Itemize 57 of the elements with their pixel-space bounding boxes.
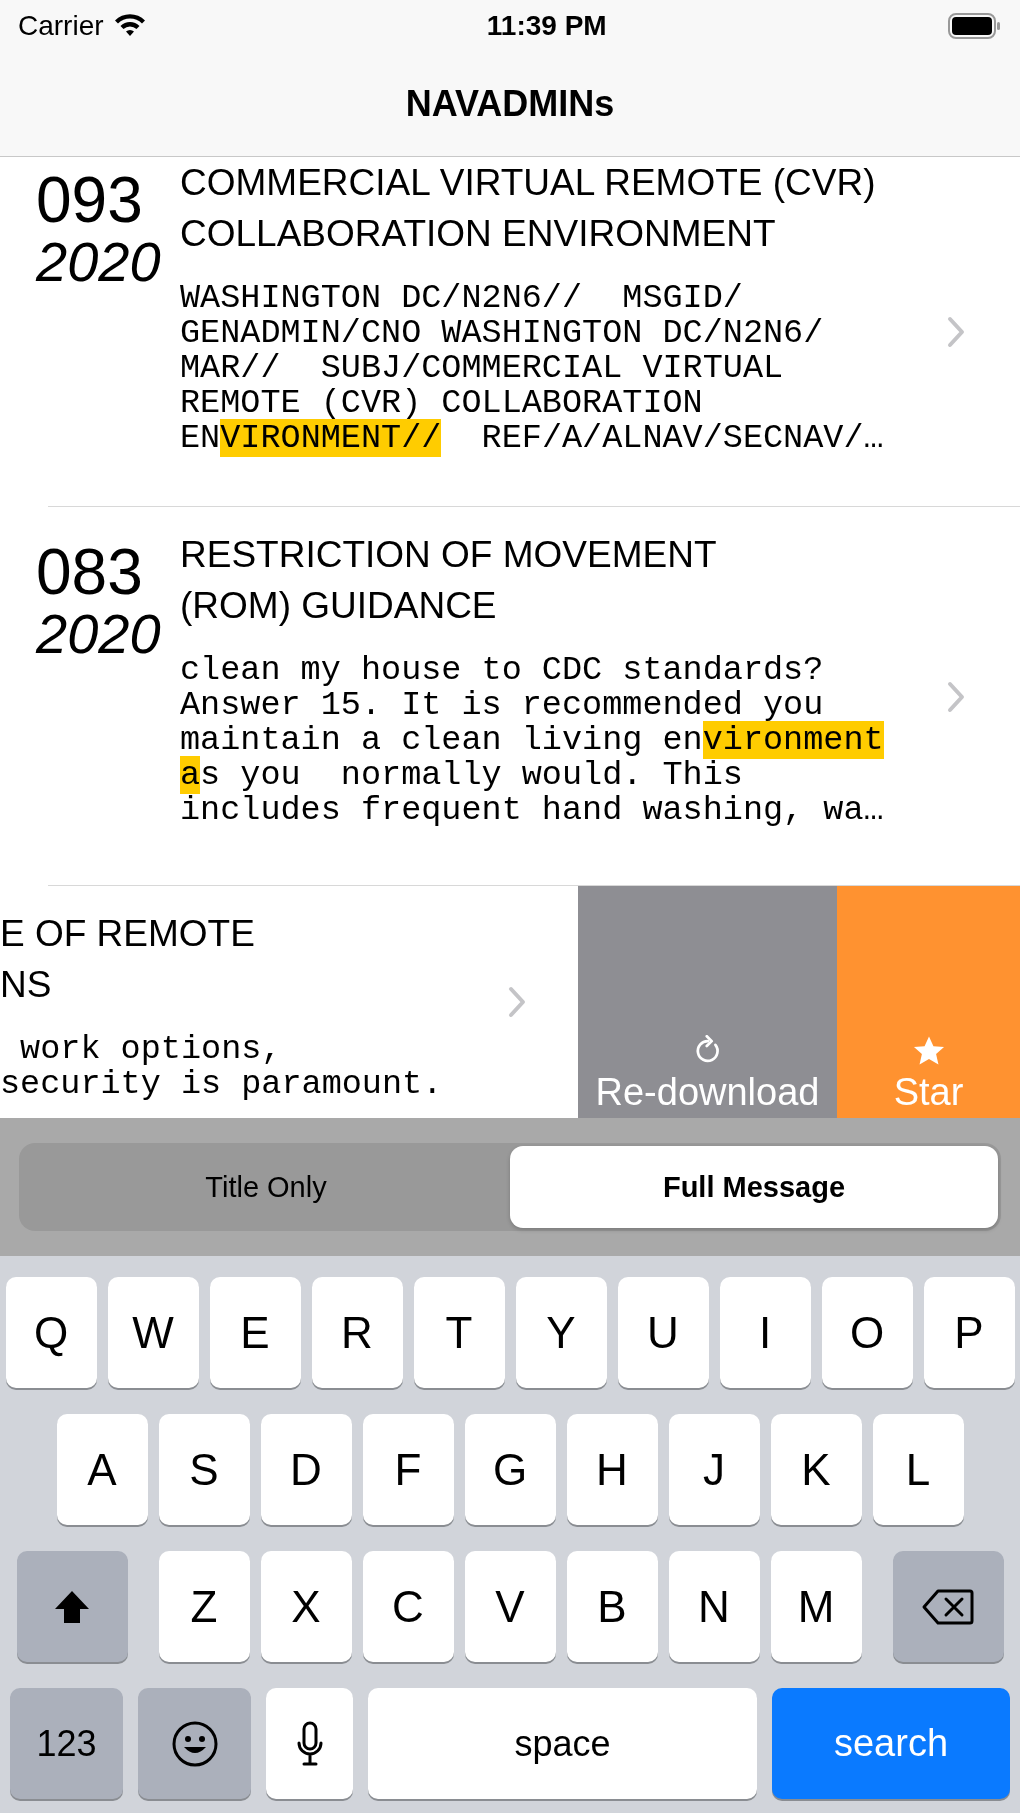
space-key[interactable]: space bbox=[368, 1688, 757, 1799]
letter-key[interactable]: D bbox=[260, 1414, 352, 1525]
star-icon bbox=[911, 1035, 946, 1067]
letter-key[interactable]: N bbox=[668, 1551, 760, 1662]
letter-key[interactable]: V bbox=[464, 1551, 556, 1662]
message-title: E OF REMOTE NS bbox=[0, 912, 256, 1007]
status-time: 11:39 PM bbox=[486, 10, 607, 42]
chevron-icon bbox=[508, 986, 526, 1018]
letter-key[interactable]: P bbox=[923, 1277, 1015, 1388]
shift-key[interactable] bbox=[16, 1551, 128, 1662]
wifi-icon bbox=[113, 14, 146, 38]
search-key[interactable]: search bbox=[772, 1688, 1010, 1799]
message-excerpt: clean my house to CDC standards? Answer 15. It is recommended you maintain a clean living environment as you normally would. This includes frequent hand washing, wa… bbox=[180, 653, 885, 828]
letter-key[interactable]: J bbox=[668, 1414, 760, 1525]
screen-title: NAVADMINs bbox=[404, 82, 616, 126]
letter-key[interactable]: E bbox=[209, 1277, 301, 1388]
chevron-icon bbox=[947, 680, 965, 713]
letter-key[interactable]: W bbox=[107, 1277, 199, 1388]
letter-key[interactable]: Q bbox=[5, 1277, 97, 1388]
emoji-icon bbox=[170, 1719, 219, 1768]
letter-key[interactable]: A bbox=[56, 1414, 148, 1525]
emoji-key[interactable] bbox=[138, 1688, 251, 1799]
scope-segment[interactable]: Full Message bbox=[510, 1146, 998, 1228]
letter-key[interactable]: F bbox=[362, 1414, 454, 1525]
message-title: COMMERCIAL VIRTUAL REMOTE (CVR) COLLABORATION ENVIRONMENT bbox=[180, 161, 877, 256]
letter-key[interactable]: K bbox=[770, 1414, 862, 1525]
message-number: 083 bbox=[36, 539, 144, 605]
delete-icon bbox=[922, 1587, 974, 1626]
microphone-key[interactable] bbox=[266, 1688, 353, 1799]
message-year: 2020 bbox=[36, 605, 162, 663]
message-number: 093 bbox=[36, 167, 144, 233]
letter-key[interactable]: I bbox=[719, 1277, 811, 1388]
letter-key[interactable]: M bbox=[770, 1551, 862, 1662]
message-row[interactable]: E OF REMOTE NS work options, security is paramount. bbox=[0, 886, 560, 1118]
microphone-icon bbox=[295, 1720, 324, 1767]
carrier-label: Carrier bbox=[18, 10, 104, 42]
chevron-icon bbox=[947, 316, 965, 348]
letter-key[interactable]: O bbox=[821, 1277, 913, 1388]
battery-icon bbox=[948, 13, 1002, 39]
letter-key[interactable]: B bbox=[566, 1551, 658, 1662]
numbers-key[interactable]: 123 bbox=[10, 1688, 123, 1799]
message-excerpt: work options, security is paramount. bbox=[0, 1032, 444, 1102]
letter-key[interactable]: G bbox=[464, 1414, 556, 1525]
letter-key[interactable]: Y bbox=[515, 1277, 607, 1388]
letter-key[interactable]: C bbox=[362, 1551, 454, 1662]
scope-segment[interactable]: Title Only bbox=[22, 1146, 510, 1228]
letter-key[interactable]: S bbox=[158, 1414, 250, 1525]
message-year: 2020 bbox=[36, 233, 162, 291]
message-title: RESTRICTION OF MOVEMENT (ROM) GUIDANCE bbox=[180, 533, 718, 628]
letter-key[interactable]: Z bbox=[158, 1551, 250, 1662]
delete-key[interactable] bbox=[892, 1551, 1004, 1662]
letter-key[interactable]: L bbox=[872, 1414, 964, 1525]
letter-key[interactable]: X bbox=[260, 1551, 352, 1662]
letter-key[interactable]: H bbox=[566, 1414, 658, 1525]
letter-key[interactable]: R bbox=[311, 1277, 403, 1388]
letter-key[interactable]: U bbox=[617, 1277, 709, 1388]
letter-key[interactable]: T bbox=[413, 1277, 505, 1388]
